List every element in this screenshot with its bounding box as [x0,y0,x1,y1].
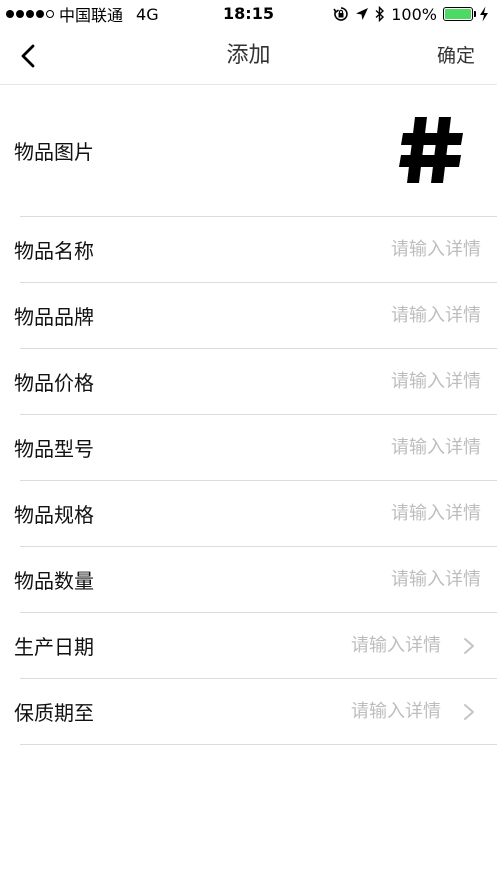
field-input-model[interactable] [311,437,481,458]
battery-icon [443,7,476,21]
date-input-expiry_date[interactable] [271,701,441,722]
field-row-brand: 物品品牌 [14,283,497,349]
battery-percent: 100% [391,4,437,24]
field-row-price: 物品价格 [14,349,497,415]
field-label-name: 物品名称 [14,239,94,263]
field-row-spec: 物品规格 [14,481,497,547]
date-field-list: 生产日期保质期至 [0,613,497,745]
orientation-lock-icon [333,7,348,21]
location-arrow-icon [356,8,369,20]
field-input-spec[interactable] [311,503,481,524]
date-label-production_date: 生产日期 [14,635,94,659]
field-row-quantity: 物品数量 [14,547,497,613]
field-input-name[interactable] [311,239,481,260]
chevron-right-icon [461,702,477,722]
battery-level-fill [445,9,471,19]
field-label-spec: 物品规格 [14,503,94,527]
field-list: 物品名称物品品牌物品价格物品型号物品规格物品数量 [0,217,497,613]
date-row-expiry_date[interactable]: 保质期至 [14,679,497,745]
status-right: 100% [333,4,489,24]
item-image-label: 物品图片 [14,140,94,164]
page-title: 添加 [226,43,271,68]
hash-icon[interactable] [399,115,463,185]
bluetooth-icon [375,6,385,22]
field-row-model: 物品型号 [14,415,497,481]
item-image-row: 物品图片 [14,85,497,217]
nav-bar: 添加 确定 [0,28,497,85]
item-form: 物品图片 物品名称物品品牌物品价格物品型号物品规格物品数量 生产日期保质期至 [0,85,497,745]
status-bar: 中国联通 4G 18:15 100% [0,0,497,28]
charging-bolt-icon [480,6,488,22]
date-label-expiry_date: 保质期至 [14,701,94,725]
date-input-production_date[interactable] [271,635,441,656]
field-label-quantity: 物品数量 [14,569,94,593]
field-input-price[interactable] [311,371,481,392]
field-input-brand[interactable] [311,305,481,326]
field-label-price: 物品价格 [14,371,94,395]
add-item-screen: 中国联通 4G 18:15 100% 添加 确定 物品图片 物品名称 请输入详情… [0,0,497,883]
chevron-right-icon [461,636,477,656]
field-label-brand: 物品品牌 [14,305,94,329]
date-row-production_date[interactable]: 生产日期 [14,613,497,679]
field-input-quantity[interactable] [311,569,481,590]
confirm-button[interactable]: 确定 [437,42,475,70]
field-row-name: 物品名称 [14,217,497,283]
field-label-model: 物品型号 [14,437,94,461]
